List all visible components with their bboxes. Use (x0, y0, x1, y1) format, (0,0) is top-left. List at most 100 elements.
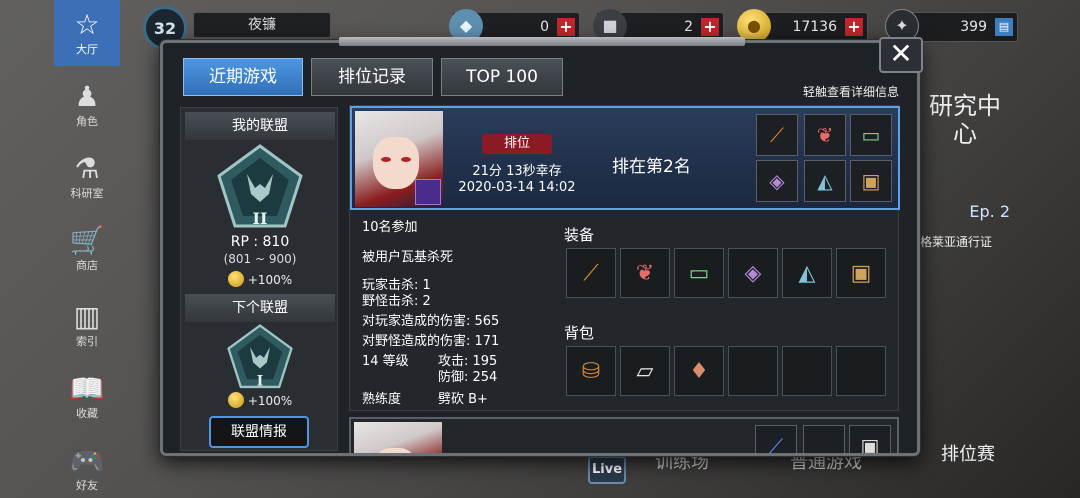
add-box-button[interactable]: + (701, 18, 719, 36)
close-button[interactable]: ✕ (879, 37, 923, 73)
nav-friends[interactable]: 🎮 好友 (54, 436, 120, 498)
bp-shop-button[interactable]: ▤ (995, 18, 1013, 36)
nav-lab[interactable]: ⚗ 科研室 (54, 144, 120, 210)
crystal-value: 0 (540, 19, 549, 35)
my-alliance-title: 我的联盟 (185, 112, 335, 140)
nav-friends-label: 好友 (76, 479, 98, 492)
sword-icon: ⟋ (769, 434, 783, 453)
crate-icon: ▣ (860, 434, 880, 453)
nav-collection[interactable]: 📖 收藏 (54, 364, 120, 430)
summary-equip-slot: ▣ (849, 425, 891, 453)
bag-slot-empty[interactable] (728, 346, 778, 396)
jar-icon: ⛁ (581, 358, 601, 384)
rp-range: (801 ~ 900) (223, 252, 297, 266)
wings-icon: ❦ (635, 260, 655, 286)
laptop-icon: ▭ (688, 260, 710, 286)
record-tabs: 近期游戏 排位记录 TOP 100 (183, 58, 563, 98)
my-alliance-bonus: +100% (181, 271, 339, 287)
equipment-slot[interactable]: ▭ (674, 248, 724, 298)
box-value: 2 (684, 19, 693, 35)
mastery-label: 熟练度 (362, 392, 402, 407)
bag-slot[interactable]: ▱ (620, 346, 670, 396)
match-datetime: 2020-03-14 14:02 (458, 180, 576, 195)
detail-hint: 轻触查看详细信息 (802, 85, 899, 99)
nav-shop[interactable]: 🛒 商店 (54, 216, 120, 282)
summary-equip-slot: ▣ (850, 160, 892, 202)
coin-value: 17136 (792, 19, 837, 35)
bag-slot-empty[interactable] (836, 346, 886, 396)
coin-icon (227, 271, 244, 287)
survival-time: 21分 13秒幸存 (472, 164, 562, 179)
equipment-title: 装备 (564, 226, 595, 244)
bag-slot[interactable]: ♦ (674, 346, 724, 396)
boots-icon: ◭ (798, 260, 816, 286)
next-bonus-value: +100% (247, 394, 293, 408)
match-card[interactable]: 排位 21分 13秒幸存 2020-03-14 14:02 排在第2名 ⟋ ❦ … (349, 105, 900, 411)
match-card-partial[interactable]: ⟋ ▣ (349, 417, 899, 453)
summary-equip-slot: ❦ (804, 114, 846, 156)
tab-rank-record[interactable]: 排位记录 (311, 58, 433, 96)
alliance-panel: 我的联盟 II RP : 810 (801 ~ 900) +100% 下个联盟 … (180, 107, 338, 451)
crate-icon: ▣ (850, 260, 872, 286)
collection-icon: 📖 (69, 372, 105, 405)
equipment-slot[interactable]: ❦ (620, 248, 670, 298)
skin-badge-icon (415, 179, 441, 205)
my-alliance-emblem-icon: II (217, 144, 303, 228)
match-placement: 排在第2名 (612, 157, 691, 177)
ranked-game-button[interactable]: 排位赛 (928, 440, 1008, 466)
lobby-icon: ☆ (74, 8, 100, 41)
equipment-slot[interactable]: ◈ (728, 248, 778, 298)
character-level: 14 等级 (362, 354, 409, 369)
armor-icon: ◈ (769, 169, 785, 193)
bag-slot-empty[interactable] (782, 346, 832, 396)
match-mode-badge: 排位 (482, 134, 552, 154)
tab-top-100[interactable]: TOP 100 (441, 58, 563, 96)
monster-kills: 野怪击杀: 2 (362, 294, 431, 309)
game-record-modal: ✕ 近期游戏 排位记录 TOP 100 轻触查看详细信息 我的联盟 II RP … (160, 37, 923, 456)
friends-icon: 🎮 (69, 444, 105, 477)
bag-slot[interactable]: ⛁ (566, 346, 616, 396)
wings-icon: ❦ (816, 123, 834, 147)
equipment-slot[interactable]: ▣ (836, 248, 886, 298)
equipment-slot[interactable]: ⟋ (566, 248, 616, 298)
left-navigation: ☆ 大厅 ♟ 角色 ⚗ 科研室 🛒 商店 ▥ 索引 📖 收藏 🎮 好友 (54, 0, 120, 498)
nav-index-label: 索引 (76, 335, 98, 348)
index-icon: ▥ (73, 300, 101, 333)
coin-resource[interactable]: ● 17136 + (737, 9, 868, 43)
gleia-pass[interactable]: Ep. 2 格莱亚通行证 (918, 194, 1018, 254)
nav-collection-label: 收藏 (76, 407, 98, 420)
alliance-info-button[interactable]: 联盟情报 (209, 416, 309, 448)
nav-lobby[interactable]: ☆ 大厅 (54, 0, 120, 66)
character-icon: ♟ (74, 80, 100, 113)
equipment-slot[interactable]: ◭ (782, 248, 832, 298)
pass-episode: Ep. 2 (969, 202, 1010, 221)
my-bonus-value: +100% (247, 273, 293, 287)
mastery-value: 劈砍 B+ (438, 392, 488, 407)
nav-lobby-label: 大厅 (76, 43, 98, 56)
next-alliance-bonus: +100% (181, 392, 339, 408)
summary-equip-slot: ⟋ (755, 425, 797, 453)
shop-icon: 🛒 (69, 224, 105, 257)
research-center[interactable]: 研究中心 (925, 82, 1005, 172)
match-summary[interactable]: 排位 21分 13秒幸存 2020-03-14 14:02 排在第2名 ⟋ ❦ … (350, 106, 900, 210)
nav-character[interactable]: ♟ 角色 (54, 72, 120, 138)
add-coin-button[interactable]: + (845, 18, 863, 36)
nav-index[interactable]: ▥ 索引 (54, 292, 120, 358)
lab-icon: ⚗ (74, 152, 100, 185)
sword-icon: ⟋ (583, 260, 599, 286)
close-icon: ✕ (889, 37, 913, 70)
paper-icon: ▱ (636, 358, 654, 384)
add-crystal-button[interactable]: + (557, 18, 575, 36)
summary-equip-slot: ◈ (756, 160, 798, 202)
nav-lab-label: 科研室 (70, 187, 104, 200)
player-damage: 对玩家造成的伤害: 565 (362, 314, 500, 329)
live-badge[interactable]: Live (588, 456, 626, 484)
bp-value: 399 (960, 19, 987, 35)
character-eye (401, 157, 411, 162)
monster-damage: 对野怪造成的伤害: 171 (362, 334, 500, 349)
my-alliance-tier: II (253, 209, 268, 228)
character-portrait (354, 422, 442, 453)
sword-icon: ⟋ (770, 123, 784, 147)
tab-recent-games[interactable]: 近期游戏 (183, 58, 303, 96)
bottle-icon: ♦ (689, 358, 709, 384)
